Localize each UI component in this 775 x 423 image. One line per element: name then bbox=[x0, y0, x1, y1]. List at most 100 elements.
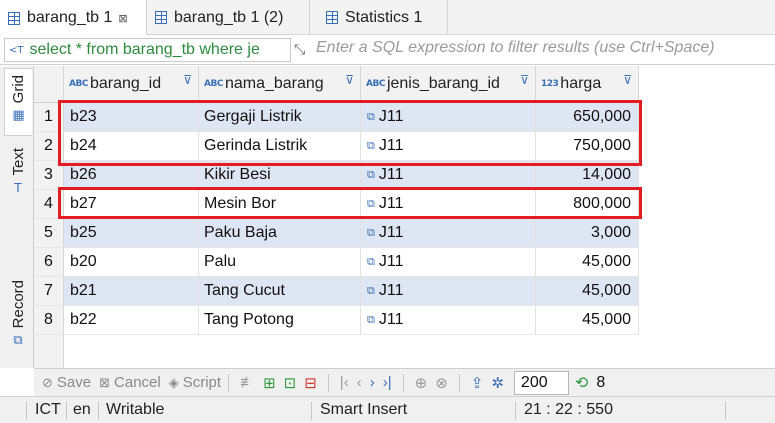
string-type-icon: ABC bbox=[366, 79, 385, 89]
separator bbox=[515, 402, 516, 420]
cell-nama-barang[interactable]: Gergaji Listrik bbox=[199, 103, 361, 132]
column-filter-icon[interactable]: ⊽ bbox=[183, 73, 192, 87]
table-row[interactable]: 7 b21 Tang Cucut ⧉ J11 45,000 bbox=[34, 277, 639, 306]
foreign-key-link-icon[interactable]: ⧉ bbox=[367, 285, 375, 298]
cell-jenis-barang-id[interactable]: ⧉ J11 bbox=[361, 306, 536, 335]
column-header-barang-id[interactable]: ABC barang_id ⊽ bbox=[64, 66, 199, 103]
cell-harga[interactable]: 3,000 bbox=[536, 219, 639, 248]
table-row[interactable]: 5 b25 Paku Baja ⧉ J11 3,000 bbox=[34, 219, 639, 248]
column-filter-icon[interactable]: ⊽ bbox=[623, 73, 632, 87]
cancel-button[interactable]: ⊠ Cancel bbox=[99, 374, 161, 391]
add-row-icon[interactable]: ⊞ bbox=[263, 374, 276, 392]
next-page-icon[interactable]: › bbox=[370, 374, 375, 391]
row-number: 1 bbox=[34, 103, 64, 132]
cell-harga[interactable]: 45,000 bbox=[536, 306, 639, 335]
separator bbox=[66, 402, 67, 420]
cell-jenis-barang-id[interactable]: ⧉ J11 bbox=[361, 103, 536, 132]
cell-nama-barang[interactable]: Palu bbox=[199, 248, 361, 277]
foreign-key-link-icon[interactable]: ⧉ bbox=[367, 314, 375, 327]
sql-query-text: select * from barang_tb where je bbox=[29, 41, 260, 58]
cell-barang-id[interactable]: b20 bbox=[64, 248, 199, 277]
foreign-key-link-icon[interactable]: ⧉ bbox=[367, 140, 375, 153]
text-label: Text bbox=[9, 148, 27, 176]
foreign-key-link-icon[interactable]: ⧉ bbox=[367, 198, 375, 211]
column-header-jenis-barang-id[interactable]: ABC jenis_barang_id ⊽ bbox=[361, 66, 536, 103]
cell-barang-id[interactable]: b22 bbox=[64, 306, 199, 335]
first-page-icon[interactable]: |‹ bbox=[340, 374, 349, 391]
filter-input[interactable]: Enter a SQL expression to filter results… bbox=[316, 39, 715, 57]
table-row[interactable]: 1 b23 Gergaji Listrik ⧉ J11 650,000 bbox=[34, 103, 639, 132]
cell-jenis-barang-id[interactable]: ⧉ J11 bbox=[361, 132, 536, 161]
delete-row-icon[interactable]: ⊟ bbox=[304, 374, 317, 392]
cell-barang-id[interactable]: b23 bbox=[64, 103, 199, 132]
foreign-key-link-icon[interactable]: ⧉ bbox=[367, 256, 375, 269]
close-tab-icon[interactable]: ⊠ bbox=[118, 12, 127, 25]
row-number-filler bbox=[34, 335, 64, 368]
cell-jenis-barang-id[interactable]: ⧉ J11 bbox=[361, 219, 536, 248]
cell-jenis-barang-id[interactable]: ⧉ J11 bbox=[361, 277, 536, 306]
table-icon bbox=[8, 11, 20, 25]
tab-text[interactable]: Text T bbox=[4, 148, 32, 218]
tab-label: barang_tb 1 bbox=[27, 9, 113, 26]
tab-grid[interactable]: Grid ▦ bbox=[4, 68, 32, 136]
cell-nama-barang[interactable]: Kikir Besi bbox=[199, 161, 361, 190]
edit-cell-icon[interactable]: ≢ bbox=[240, 374, 255, 391]
script-button[interactable]: ◈ Script bbox=[169, 374, 221, 391]
refresh-icon[interactable]: ⟲ bbox=[575, 373, 588, 393]
export-icon[interactable]: ⇪ bbox=[471, 374, 484, 392]
fetch-size-input[interactable]: 200 bbox=[513, 370, 569, 395]
cell-nama-barang[interactable]: Tang Potong bbox=[199, 306, 361, 335]
grid-icon: ▦ bbox=[12, 107, 25, 123]
cell-harga[interactable]: 45,000 bbox=[536, 277, 639, 306]
cell-barang-id[interactable]: b21 bbox=[64, 277, 199, 306]
last-page-icon[interactable]: ›| bbox=[383, 374, 392, 391]
settings-gear-icon[interactable]: ✲ bbox=[491, 374, 504, 392]
save-icon: ⊘ bbox=[42, 374, 53, 390]
table-row[interactable]: 3 b26 Kikir Besi ⧉ J11 14,000 bbox=[34, 161, 639, 190]
expand-icon[interactable]: ⤡ bbox=[294, 41, 305, 58]
view-mode-sidebar: Grid ▦ Text T Record ⧉ bbox=[0, 66, 34, 368]
cell-harga[interactable]: 750,000 bbox=[536, 132, 639, 161]
previous-page-icon[interactable]: ‹ bbox=[357, 374, 362, 391]
table-icon bbox=[326, 11, 338, 24]
cell-harga[interactable]: 45,000 bbox=[536, 248, 639, 277]
tab-barang-tb-1[interactable]: barang_tb 1 ⊠ bbox=[0, 0, 147, 36]
cell-nama-barang[interactable]: Mesin Bor bbox=[199, 190, 361, 219]
column-header-harga[interactable]: 123 harga ⊽ bbox=[536, 66, 639, 103]
column-filter-icon[interactable]: ⊽ bbox=[520, 73, 529, 87]
column-filter-icon[interactable]: ⊽ bbox=[345, 73, 354, 87]
tab-record[interactable]: Record ⧉ bbox=[4, 280, 32, 360]
fetch-all-icon[interactable]: ⊗ bbox=[435, 374, 448, 392]
cell-jenis-barang-id[interactable]: ⧉ J11 bbox=[361, 248, 536, 277]
cell-barang-id[interactable]: b24 bbox=[64, 132, 199, 161]
cell-nama-barang[interactable]: Paku Baja bbox=[199, 219, 361, 248]
cell-jenis-barang-id[interactable]: ⧉ J11 bbox=[361, 161, 536, 190]
tab-statistics-1[interactable]: Statistics 1 bbox=[318, 0, 448, 35]
foreign-key-link-icon[interactable]: ⧉ bbox=[367, 169, 375, 182]
table-row[interactable]: 2 b24 Gerinda Listrik ⧉ J11 750,000 bbox=[34, 132, 639, 161]
separator bbox=[402, 373, 404, 392]
table-row[interactable]: 8 b22 Tang Potong ⧉ J11 45,000 bbox=[34, 306, 639, 335]
separator bbox=[26, 402, 27, 420]
cell-barang-id[interactable]: b26 bbox=[64, 161, 199, 190]
cell-barang-id[interactable]: b27 bbox=[64, 190, 199, 219]
table-row[interactable]: 4 b27 Mesin Bor ⧉ J11 800,000 bbox=[34, 190, 639, 219]
cell-barang-id[interactable]: b25 bbox=[64, 219, 199, 248]
foreign-key-link-icon[interactable]: ⧉ bbox=[367, 227, 375, 240]
cell-nama-barang[interactable]: Gerinda Listrik bbox=[199, 132, 361, 161]
cell-jenis-barang-id[interactable]: ⧉ J11 bbox=[361, 190, 536, 219]
table-row[interactable]: 6 b20 Palu ⧉ J11 45,000 bbox=[34, 248, 639, 277]
cell-harga[interactable]: 14,000 bbox=[536, 161, 639, 190]
cell-nama-barang[interactable]: Tang Cucut bbox=[199, 277, 361, 306]
sql-query-box[interactable]: <T select * from barang_tb where je bbox=[4, 38, 291, 62]
status-timezone: ICT bbox=[35, 401, 61, 418]
save-button[interactable]: ⊘ Save bbox=[42, 374, 91, 391]
cell-harga[interactable]: 800,000 bbox=[536, 190, 639, 219]
copy-row-icon[interactable]: ⊡ bbox=[284, 374, 297, 392]
foreign-key-link-icon[interactable]: ⧉ bbox=[367, 111, 375, 124]
fetch-next-icon[interactable]: ⊕ bbox=[415, 374, 428, 392]
tab-barang-tb-1-2[interactable]: barang_tb 1 (2) bbox=[147, 0, 310, 35]
record-label: Record bbox=[9, 280, 27, 329]
column-header-nama-barang[interactable]: ABC nama_barang ⊽ bbox=[199, 66, 361, 103]
cell-harga[interactable]: 650,000 bbox=[536, 103, 639, 132]
